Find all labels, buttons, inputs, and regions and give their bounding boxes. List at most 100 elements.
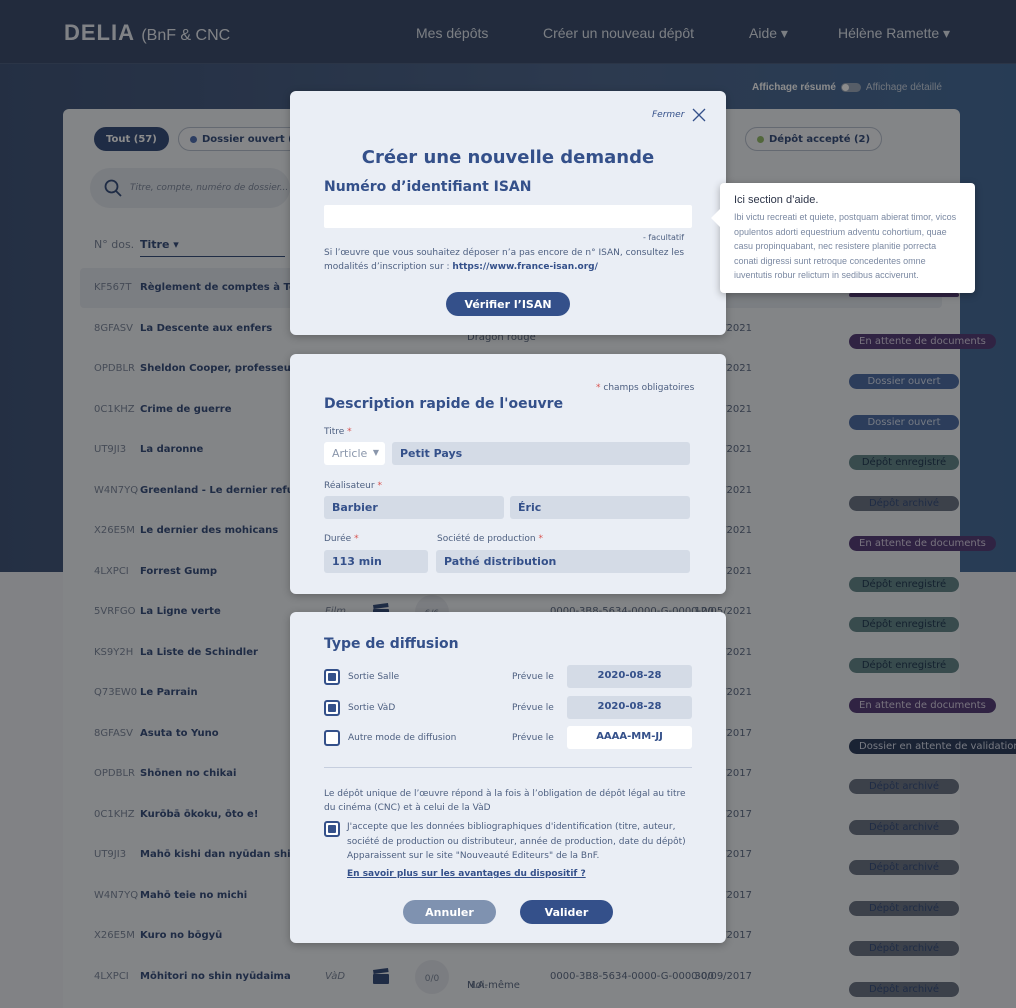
diffusion-checkbox[interactable] xyxy=(324,669,340,685)
close-label[interactable]: Fermer xyxy=(652,110,684,120)
toggle-label-summary: Affichage résumé xyxy=(752,82,836,93)
date-input[interactable]: 2020-08-28 xyxy=(567,665,692,688)
date-label: Prévue le xyxy=(512,733,554,743)
divider xyxy=(324,767,692,768)
dossier-number: 0C1KHZ xyxy=(94,808,135,820)
deposit-title[interactable]: Shōnen no chikai xyxy=(140,768,236,779)
realisateur-prenom-input[interactable]: Éric xyxy=(510,496,690,519)
dossier-number: W4N7YQ xyxy=(94,889,139,901)
deposit-title[interactable]: Kurōbā ōkoku, ōto e! xyxy=(140,809,258,820)
deposit-title[interactable]: Crime de guerre xyxy=(140,404,232,415)
date-label: Prévue le xyxy=(512,702,554,713)
description-modal: * champs obligatoires Description rapide… xyxy=(290,354,726,594)
deposit-title[interactable]: La Liste de Schindler xyxy=(140,647,258,658)
deposit-title[interactable]: Le dernier des mohicans xyxy=(140,525,278,536)
deposit-title[interactable]: Kuro no bōgyū xyxy=(140,930,222,941)
date-input[interactable]: 2020-08-28 xyxy=(567,695,692,719)
date-input[interactable]: AAAA-MM-JJ xyxy=(567,726,692,749)
required-note: * champs obligatoires xyxy=(596,383,695,393)
dossier-number: 8GFASV xyxy=(94,322,133,334)
filter-label: Tout (57) xyxy=(106,133,157,145)
dossier-number: Q73EW0 xyxy=(94,687,138,698)
deposit-title[interactable]: Sheldon Cooper, professeur d xyxy=(140,363,306,374)
deposit-title[interactable]: Mahō kishi dan nyūdan shine xyxy=(140,849,304,860)
consent-checkbox[interactable] xyxy=(324,821,340,837)
description-title: Description rapide de l'oeuvre xyxy=(324,396,564,412)
duree-input[interactable]: 113 min xyxy=(324,550,428,573)
dossier-number: OPDBLR xyxy=(94,768,135,779)
deposit-type: VàD xyxy=(325,970,346,982)
deposit-title[interactable]: La daronne xyxy=(140,444,203,455)
article-select[interactable]: Article ▼ xyxy=(324,442,385,465)
titre-input[interactable]: Petit Pays xyxy=(392,442,690,465)
status-dot xyxy=(190,135,197,143)
filter-depot-accepte[interactable]: Dépôt accepté (2) xyxy=(745,127,883,151)
legal-text: Le dépôt unique de l’œuvre répond à la f… xyxy=(324,789,686,813)
deposit-title[interactable]: La Descente aux enfers xyxy=(140,323,272,334)
diffusion-label: Autre mode de diffusion xyxy=(348,733,457,743)
chevron-down-icon: ▼ xyxy=(372,448,379,457)
nav-aide[interactable]: Aide ▾ xyxy=(749,25,788,42)
isan-section-title: Numéro d’identifiant ISAN xyxy=(324,179,532,195)
tooltip-title: Ici section d’aide. xyxy=(734,194,819,206)
dossier-number: 4LXPCI xyxy=(94,565,129,577)
dossier-number: W4N7YQ xyxy=(94,484,139,496)
diffusion-checkbox[interactable] xyxy=(324,730,340,746)
search-input[interactable]: Titre, compte, numéro de dossier... xyxy=(90,168,290,208)
col-header-title[interactable]: Titre ▾ xyxy=(140,238,285,257)
deposit-title[interactable]: Asuta to Yuno xyxy=(140,728,219,739)
optional-hint: - facultatif xyxy=(643,233,685,242)
filter-all[interactable]: Tout (57) xyxy=(94,127,169,151)
search-icon xyxy=(104,179,122,197)
diffusion-title: Type de diffusion xyxy=(324,636,459,652)
learn-more-link[interactable]: En savoir plus sur les avantages du disp… xyxy=(347,869,586,879)
nav-nouveau-depot[interactable]: Créer un nouveau dépôt xyxy=(543,25,694,41)
realisateur-nom-input[interactable]: Barbier xyxy=(324,496,504,519)
deposit-title[interactable]: Mōhitori no shin nyūdaima xyxy=(140,971,291,982)
status-dot xyxy=(757,135,764,143)
date-label: Prévue le xyxy=(512,672,554,682)
dossier-number: UT9JI3 xyxy=(94,444,127,455)
deposit-title[interactable]: Le Parrain xyxy=(140,687,198,698)
close-icon[interactable] xyxy=(692,108,706,122)
deposit-title[interactable]: Greenland - Le dernier refuge xyxy=(140,485,308,496)
nav-mes-depots[interactable]: Mes dépôts xyxy=(416,25,488,41)
realisateur-label: Réalisateur * xyxy=(324,481,382,491)
isan-number: 0000-3B8-5634-0000-G-0000-00 xyxy=(550,970,714,982)
nav-user-menu[interactable]: Hélène Ramette ▾ xyxy=(838,25,950,42)
deposit-title[interactable]: Forrest Gump xyxy=(140,566,217,577)
isan-modal: Fermer Créer une nouvelle demande Numéro… xyxy=(290,91,726,335)
logo[interactable]: DELIA (BnF & CNC xyxy=(64,20,230,46)
col-header-dos[interactable]: N° dos. xyxy=(94,238,134,251)
submit-button[interactable]: Valider xyxy=(520,900,613,924)
deposit-title[interactable]: Règlement de comptes à Tohi xyxy=(140,282,306,293)
isan-input[interactable] xyxy=(324,205,692,228)
view-toggle[interactable]: Affichage résumé Affichage détaillé xyxy=(752,82,942,93)
cancel-button[interactable]: Annuler xyxy=(403,900,496,924)
diffusion-checkbox[interactable] xyxy=(324,699,340,716)
toggle-switch[interactable] xyxy=(840,83,861,92)
search-placeholder: Titre, compte, numéro de dossier... xyxy=(130,183,289,193)
deposit-title[interactable]: La Ligne verte xyxy=(140,606,221,617)
modal-title: Créer une nouvelle demande xyxy=(361,147,655,168)
dossier-number: 0C1KHZ xyxy=(94,403,135,415)
societe-input[interactable]: Pathé distribution xyxy=(436,550,690,573)
table-row[interactable]: 4LXPCI Mōhitori no shin nyūdaima VàD 0/0 Moi… xyxy=(80,957,959,997)
consent-text: J'accepte que les données bibliographiqu… xyxy=(347,822,686,861)
isan-help-text: Si l’œuvre que vous souhaitez déposer n’… xyxy=(324,246,699,274)
isan-link[interactable]: https://www.france-isan.org/ xyxy=(452,262,597,272)
files-count: 0/0 xyxy=(415,959,449,994)
titre-label: Titre * xyxy=(324,427,352,437)
clapperboard-icon xyxy=(373,967,389,984)
deposit-title[interactable]: Mahō teie no michi xyxy=(140,890,247,901)
help-tooltip: Ici section d’aide. Ibi victu recreati e… xyxy=(711,183,975,293)
dossier-number: KF567T xyxy=(94,282,132,293)
dossier-number: UT9JI3 xyxy=(94,849,127,860)
toggle-label-detail: Affichage détaillé xyxy=(865,82,942,93)
dossier-number: 4LXPCI xyxy=(94,970,129,982)
filter-label: Dépôt accepté (2) xyxy=(769,133,871,145)
top-nav: DELIA (BnF & CNC Mes dépôts Créer un nou… xyxy=(0,0,1016,64)
dossier-number: 5VRFGO xyxy=(94,606,136,617)
logo-partners: (BnF & CNC xyxy=(141,27,231,44)
verify-isan-button[interactable]: Vérifier l’ISAN xyxy=(446,292,570,316)
